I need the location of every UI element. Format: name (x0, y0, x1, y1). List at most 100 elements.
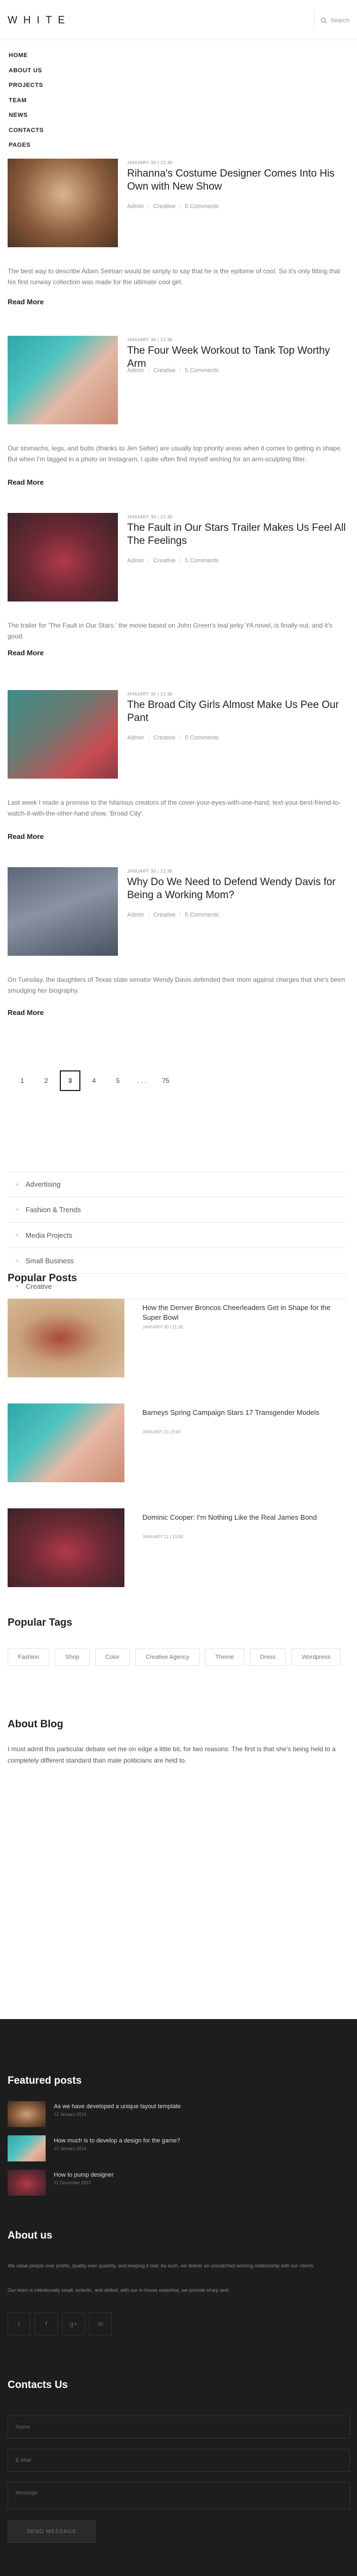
site-header: WHITE Search (0, 0, 357, 40)
post-comments-link[interactable]: 5 Comments (185, 367, 218, 374)
message-field[interactable]: Message (8, 2482, 350, 2509)
nav-item-home[interactable]: HOME (9, 51, 43, 66)
twitter-icon[interactable]: t (8, 2312, 30, 2335)
nav-item-about-us[interactable]: ABOUT US (9, 66, 43, 82)
heading-rest: Blog (37, 1719, 64, 1730)
plus-icon: + (15, 1206, 20, 1213)
post-meta: Admin Creative 5 Comments (127, 203, 219, 210)
featured-post-item[interactable]: As we have developed a unique layout tem… (8, 2101, 279, 2128)
post-title[interactable]: The Broad City Girls Almost Make Us Pee … (127, 699, 347, 725)
tag-item[interactable]: Theme (205, 1649, 245, 1666)
post-author-link[interactable]: Admin (127, 367, 144, 374)
post-comments-link[interactable]: 5 Comments (185, 735, 218, 741)
popular-post-item: Dominic Cooper: I'm Nothing Like the Rea… (8, 1508, 347, 1613)
post-meta: Admin Creative 5 Comments (127, 912, 219, 918)
post-thumbnail[interactable] (8, 159, 118, 247)
post-meta: Admin Creative 5 Comments (127, 367, 219, 374)
heading-rest: Tags (46, 1617, 72, 1628)
popular-post-thumbnail[interactable] (8, 1508, 124, 1587)
meta-divider (148, 912, 149, 918)
post-category-link[interactable]: Creative (153, 367, 176, 374)
about-us-heading: About us (8, 2230, 52, 2242)
nav-item-team[interactable]: TEAM (9, 96, 43, 111)
post-category-link[interactable]: Creative (153, 735, 176, 741)
pagination: 1 2 3 4 5 . . . 75 (12, 1070, 179, 1091)
tag-item[interactable]: Color (95, 1649, 130, 1666)
page-link-last[interactable]: 75 (155, 1070, 176, 1091)
post-author-link[interactable]: Admin (127, 203, 144, 210)
post-author-link[interactable]: Admin (127, 912, 144, 918)
nav-item-contacts[interactable]: CONTACTS (9, 126, 43, 141)
post-title[interactable]: The Four Week Workout to Tank Top Worthy… (127, 344, 347, 371)
category-label: Advertising (26, 1180, 61, 1188)
site-logo[interactable]: WHITE (8, 15, 71, 27)
post-date: JANUARY 30 | 21:30 (127, 160, 173, 165)
post-excerpt: The best way to describe Adam Selman wou… (8, 267, 340, 286)
meta-divider (148, 558, 149, 563)
popular-post-thumbnail[interactable] (8, 1403, 124, 1482)
post-thumbnail[interactable] (8, 690, 118, 779)
post-category-link[interactable]: Creative (153, 912, 176, 918)
heading-bold: Featured (8, 2075, 52, 2086)
read-more-link[interactable]: Read More (8, 478, 43, 486)
google-plus-icon[interactable]: g+ (62, 2312, 85, 2335)
category-item[interactable]: + Advertising (8, 1171, 347, 1197)
post-thumbnail[interactable] (8, 513, 118, 601)
post-title[interactable]: The Fault in Our Stars Trailer Makes Us … (127, 522, 347, 548)
facebook-icon[interactable]: f (35, 2312, 58, 2335)
post-comments-link[interactable]: 5 Comments (185, 912, 218, 918)
meta-divider (148, 204, 149, 209)
page-ellipsis: . . . (137, 1077, 147, 1085)
page-link[interactable]: 5 (108, 1070, 128, 1091)
nav-item-pages[interactable]: PAGES (9, 141, 43, 156)
post-thumbnail[interactable] (8, 867, 118, 956)
tag-item[interactable]: Fashion (8, 1649, 50, 1666)
featured-post-item[interactable]: How much is to develop a design for the … (8, 2135, 279, 2163)
tag-item[interactable]: Creative Agency (135, 1649, 200, 1666)
page-link-current[interactable]: 3 (60, 1070, 80, 1091)
read-more-link[interactable]: Read More (8, 1008, 43, 1017)
popular-post-item: How the Denver Broncos Cheerleaders Get … (8, 1299, 347, 1403)
popular-post-title[interactable]: Barneys Spring Campaign Stars 17 Transge… (142, 1408, 341, 1418)
send-message-button[interactable]: SEND MESSAGE (8, 2520, 96, 2543)
read-more-link[interactable]: Read More (8, 832, 43, 841)
page-link[interactable]: 2 (36, 1070, 57, 1091)
post-comments-link[interactable]: 5 Comments (185, 203, 218, 210)
featured-post-thumbnail (8, 2101, 46, 2127)
post-thumbnail[interactable] (8, 336, 118, 424)
post-author-link[interactable]: Admin (127, 735, 144, 741)
name-field[interactable]: Name (8, 2416, 350, 2439)
category-item[interactable]: + Fashion & Trends (8, 1197, 347, 1223)
category-item[interactable]: + Media Projects (8, 1223, 347, 1248)
post-item: JANUARY 30 | 21:30 The Four Week Workout… (8, 336, 347, 513)
read-more-link[interactable]: Read More (8, 649, 43, 657)
featured-post-thumbnail (8, 2170, 46, 2196)
featured-post-item[interactable]: How to pump designer 21 December 2013 (8, 2170, 279, 2197)
heading-rest: us (37, 2230, 53, 2241)
category-item[interactable]: + Small Business (8, 1248, 347, 1274)
post-category-link[interactable]: Creative (153, 557, 176, 564)
tag-item[interactable]: Shop (55, 1649, 90, 1666)
featured-post-title: How to pump designer (54, 2172, 114, 2178)
post-date: JANUARY 30 | 21:30 (127, 692, 173, 697)
post-item: JANUARY 30 | 21:30 The Fault in Our Star… (8, 513, 347, 690)
nav-item-news[interactable]: NEWS (9, 111, 43, 126)
page-link[interactable]: 1 (12, 1070, 33, 1091)
page-link[interactable]: 4 (84, 1070, 104, 1091)
tag-item[interactable]: Dress (249, 1649, 286, 1666)
post-title[interactable]: Why Do We Need to Defend Wendy Davis for… (127, 876, 347, 902)
email-field[interactable]: E-Mail (8, 2449, 350, 2472)
popular-post-title[interactable]: Dominic Cooper: I'm Nothing Like the Rea… (142, 1513, 341, 1522)
tag-item[interactable]: Wordpress (291, 1649, 341, 1666)
post-title[interactable]: Rihanna's Costume Designer Comes Into Hi… (127, 167, 347, 193)
post-excerpt: Our stomachs, legs, and butts (thanks to… (8, 444, 342, 463)
popular-post-title[interactable]: How the Denver Broncos Cheerleaders Get … (142, 1303, 341, 1323)
post-comments-link[interactable]: 5 Comments (185, 557, 218, 564)
linkedin-icon[interactable]: in (89, 2312, 112, 2335)
read-more-link[interactable]: Read More (8, 298, 43, 306)
post-category-link[interactable]: Creative (153, 203, 176, 210)
nav-item-projects[interactable]: PROJECTS (9, 81, 43, 96)
post-author-link[interactable]: Admin (127, 557, 144, 564)
popular-post-thumbnail[interactable] (8, 1299, 124, 1377)
search-button[interactable]: Search (321, 17, 349, 24)
